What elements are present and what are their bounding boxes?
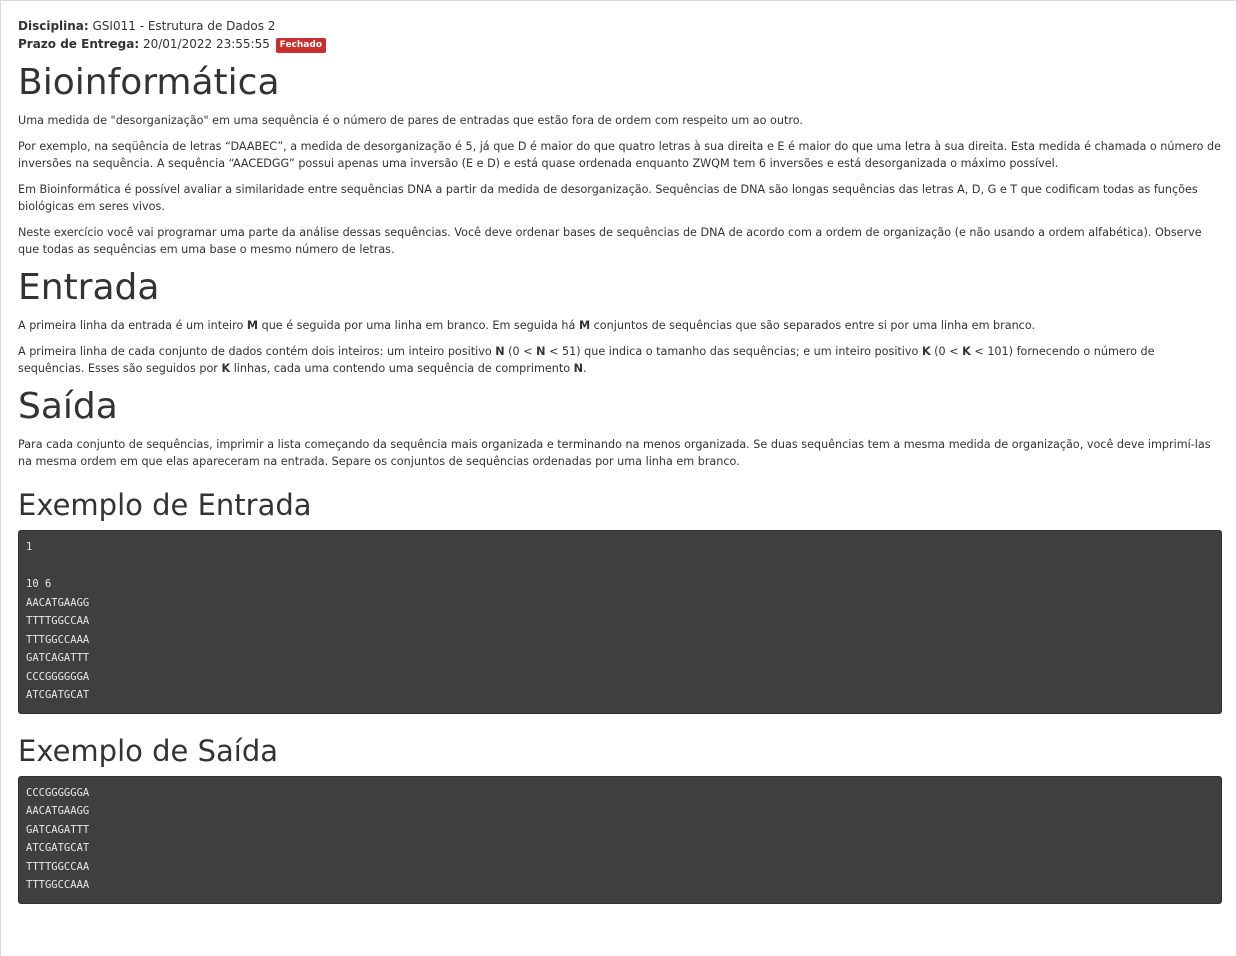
disciplina-value: GSI011 - Estrutura de Dados 2 (88, 19, 276, 33)
disciplina-row: Disciplina: GSI011 - Estrutura de Dados … (18, 17, 1222, 35)
problem-meta: Disciplina: GSI011 - Estrutura de Dados … (18, 17, 1222, 53)
exemplo-saida-code[interactable]: CCCGGGGGGA AACATGAAGG GATCAGATTT ATCGATG… (18, 775, 1222, 904)
intro-paragraph-1: Uma medida de "desorganização" em uma se… (18, 114, 803, 127)
disciplina-label: Disciplina: (18, 19, 89, 33)
saida-heading: Saída (18, 386, 118, 427)
prazo-value: 20/01/2022 23:55:55 (139, 37, 274, 51)
prazo-row: Prazo de Entrega: 20/01/2022 23:55:55 Fe… (18, 35, 1222, 53)
problem-page: Disciplina: GSI011 - Estrutura de Dados … (1, 1, 1236, 904)
prazo-label: Prazo de Entrega: (18, 37, 140, 51)
status-badge: Fechado (275, 38, 326, 53)
entrada-paragraph-2: A primeira linha de cada conjunto de dad… (18, 345, 1155, 375)
page-title: Bioinformática (18, 62, 280, 103)
exemplo-entrada-heading: Exemplo de Entrada (18, 488, 312, 522)
saida-paragraph: Para cada conjunto de sequências, imprim… (18, 438, 1211, 468)
entrada-paragraph-1: A primeira linha da entrada é um inteiro… (18, 319, 1036, 332)
exemplo-entrada-code[interactable]: 1 10 6 AACATGAAGG TTTTGGCCAA TTTGGCCAAA … (18, 530, 1222, 714)
exemplo-saida-heading: Exemplo de Saída (18, 733, 278, 768)
intro-paragraph-4: Neste exercício você vai programar uma p… (18, 226, 1202, 256)
entrada-heading: Entrada (18, 267, 160, 308)
intro-paragraph-3: Em Bioinformática é possível avaliar a s… (18, 183, 1198, 213)
intro-paragraph-2: Por exemplo, na seqüência de letras “DAA… (18, 140, 1222, 170)
